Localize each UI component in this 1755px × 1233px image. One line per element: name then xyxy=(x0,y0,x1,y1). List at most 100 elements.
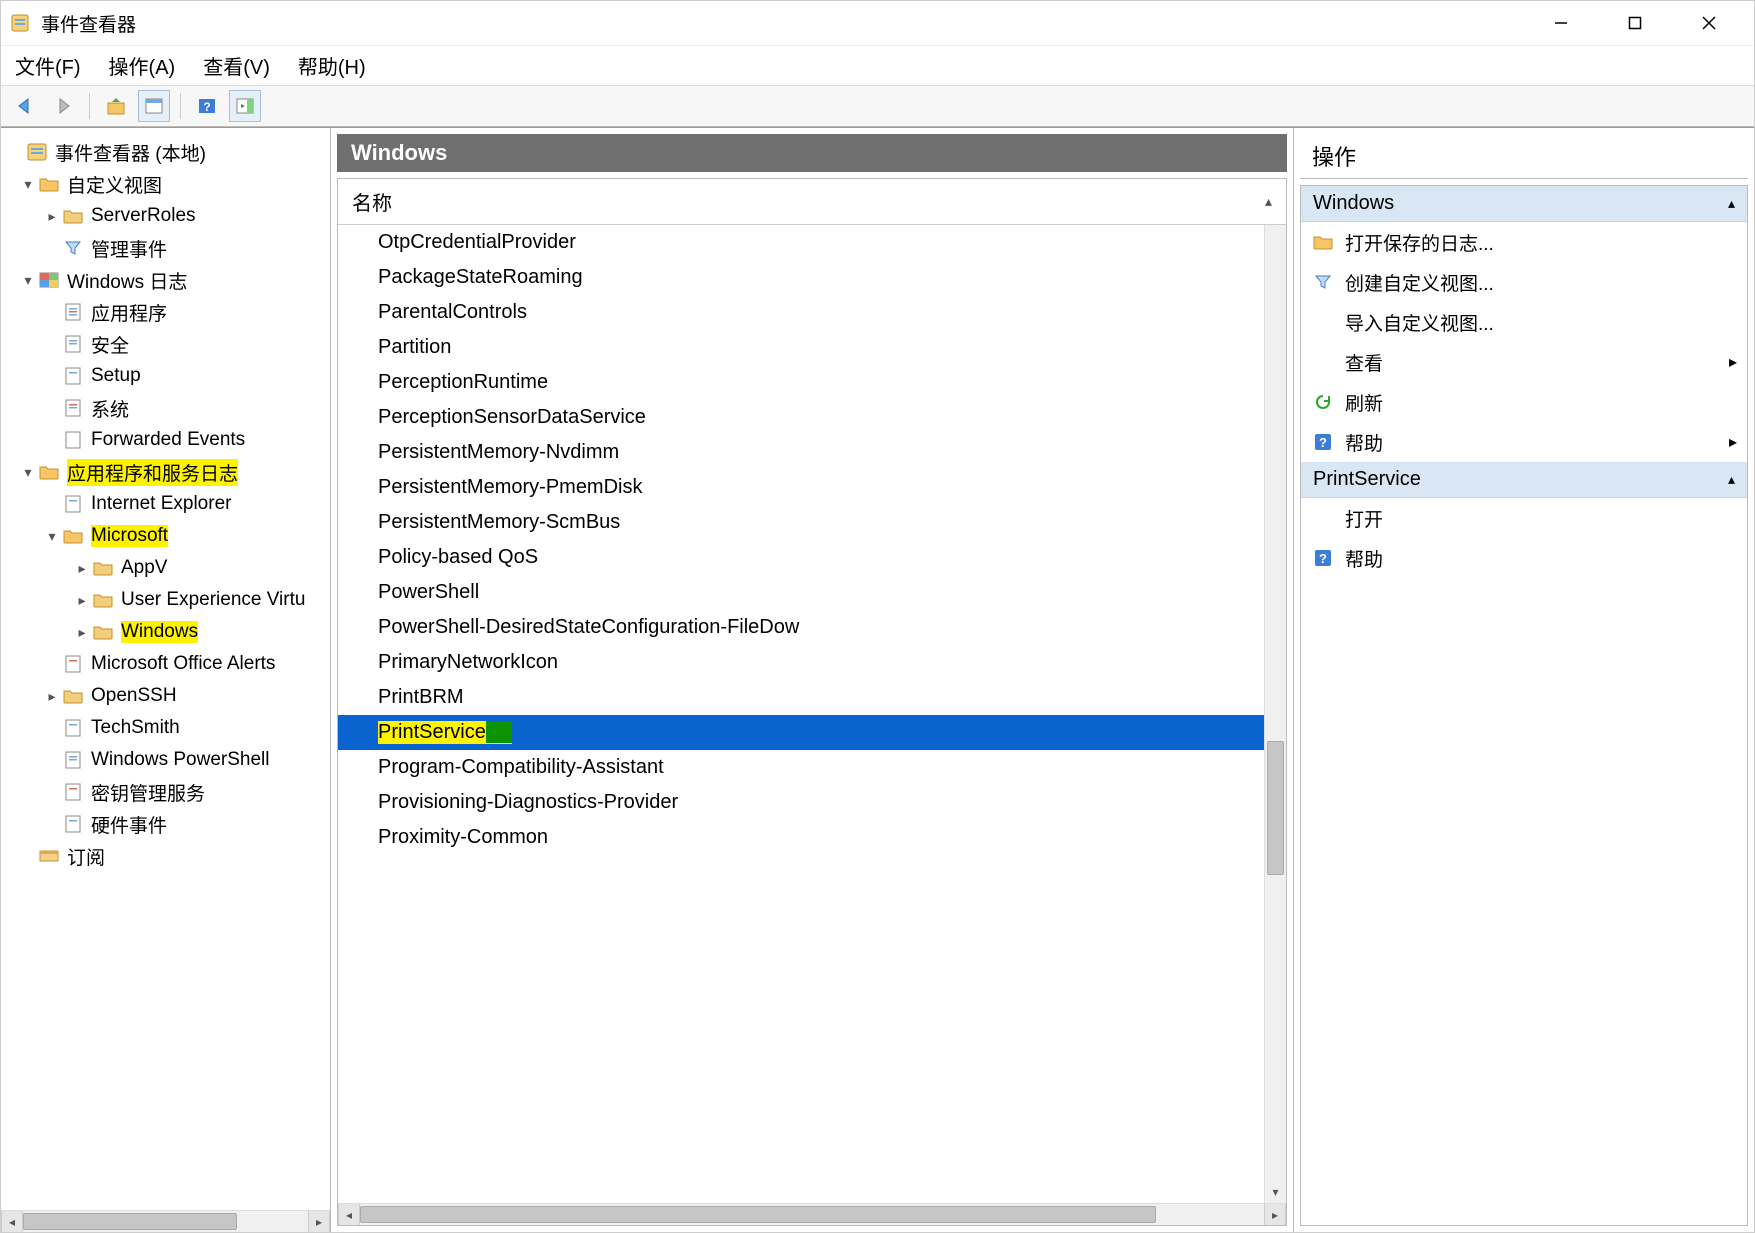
tree-win-ps[interactable]: Windows PowerShell xyxy=(1,744,330,776)
tree-setup-log[interactable]: Setup xyxy=(1,360,330,392)
scroll-right-icon[interactable]: ▸ xyxy=(1264,1204,1286,1225)
none-icon xyxy=(1311,351,1335,373)
list-item[interactable]: PrintBRM xyxy=(338,680,1264,715)
list-hscroll[interactable]: ◂ ▸ xyxy=(338,1203,1286,1225)
actions-section-printservice[interactable]: PrintService ▴ xyxy=(1301,462,1747,498)
tree-system-log[interactable]: 系统 xyxy=(1,392,330,424)
back-button[interactable] xyxy=(9,90,41,122)
list-item[interactable]: PersistentMemory-Nvdimm xyxy=(338,435,1264,470)
minimize-button[interactable] xyxy=(1538,7,1584,39)
scroll-thumb[interactable] xyxy=(23,1213,237,1230)
caret-right-icon[interactable]: ▸ xyxy=(73,560,91,577)
close-button[interactable] xyxy=(1686,7,1732,39)
list-wrap: 名称 ▴ OtpCredentialProviderPackageStateRo… xyxy=(337,178,1287,1226)
menu-action[interactable]: 操作(A) xyxy=(109,51,176,80)
list-item[interactable]: PrimaryNetworkIcon xyxy=(338,645,1264,680)
forward-button[interactable] xyxy=(47,90,79,122)
caret-down-icon[interactable]: ▾ xyxy=(19,464,37,481)
list-item[interactable]: Provisioning-Diagnostics-Provider xyxy=(338,785,1264,820)
list-item[interactable]: PackageStateRoaming xyxy=(338,260,1264,295)
scroll-up-icon[interactable]: ▴ xyxy=(1265,193,1272,210)
caret-right-icon[interactable]: ▸ xyxy=(43,208,61,225)
scroll-thumb[interactable] xyxy=(360,1206,1156,1223)
collapse-icon[interactable]: ▴ xyxy=(1728,471,1735,488)
list-item[interactable]: ParentalControls xyxy=(338,295,1264,330)
tree-appv[interactable]: ▸AppV xyxy=(1,552,330,584)
tree-label: OpenSSH xyxy=(91,685,177,707)
list-item[interactable]: Partition xyxy=(338,330,1264,365)
action-item[interactable]: 打开保存的日志... xyxy=(1301,222,1747,262)
action-item[interactable]: 导入自定义视图... xyxy=(1301,302,1747,342)
list-item[interactable]: Policy-based QoS xyxy=(338,540,1264,575)
maximize-button[interactable] xyxy=(1612,7,1658,39)
caret-right-icon[interactable]: ▸ xyxy=(73,592,91,609)
scroll-track[interactable] xyxy=(1265,225,1286,1181)
scroll-right-icon[interactable]: ▸ xyxy=(308,1211,330,1232)
action-item[interactable]: 创建自定义视图... xyxy=(1301,262,1747,302)
action-item[interactable]: 打开 xyxy=(1301,498,1747,538)
menu-file[interactable]: 文件(F) xyxy=(15,51,81,80)
tree-openssh[interactable]: ▸ OpenSSH xyxy=(1,680,330,712)
scroll-track[interactable] xyxy=(23,1211,308,1232)
help-button[interactable]: ? xyxy=(191,90,223,122)
list-vscroll[interactable]: ▾ xyxy=(1264,225,1286,1203)
tree-hscroll[interactable]: ◂ ▸ xyxy=(1,1210,330,1232)
caret-right-icon[interactable]: ▸ xyxy=(73,624,91,641)
tree-key-mgmt[interactable]: 密钥管理服务 xyxy=(1,776,330,808)
tree-office-alerts[interactable]: Microsoft Office Alerts xyxy=(1,648,330,680)
list-item[interactable]: PersistentMemory-PmemDisk xyxy=(338,470,1264,505)
list-item[interactable]: Program-Compatibility-Assistant xyxy=(338,750,1264,785)
action-item[interactable]: 刷新 xyxy=(1301,382,1747,422)
scroll-down-icon[interactable]: ▾ xyxy=(1265,1181,1286,1203)
tree-ms-windows[interactable]: ▸Windows xyxy=(1,616,330,648)
tree-admin-events[interactable]: 管理事件 xyxy=(1,232,330,264)
tree-microsoft[interactable]: ▾ Microsoft xyxy=(1,520,330,552)
svg-text:?: ? xyxy=(1319,435,1327,450)
tree-forwarded-events[interactable]: Forwarded Events xyxy=(1,424,330,456)
up-button[interactable] xyxy=(100,90,132,122)
caret-right-icon[interactable]: ▸ xyxy=(43,688,61,705)
tree-server-roles[interactable]: ▸ ServerRoles xyxy=(1,200,330,232)
caret-down-icon[interactable]: ▾ xyxy=(19,272,37,289)
list-item[interactable]: Proximity-Common xyxy=(338,820,1264,855)
tree-techsmith[interactable]: TechSmith xyxy=(1,712,330,744)
tree-windows-logs[interactable]: ▾ Windows 日志 xyxy=(1,264,330,296)
tree-subscriptions[interactable]: 订阅 xyxy=(1,840,330,872)
log-icon xyxy=(61,429,85,451)
tree-security-log[interactable]: 安全 xyxy=(1,328,330,360)
list-item-label: Program-Compatibility-Assistant xyxy=(378,756,664,779)
tree-scroll[interactable]: 事件查看器 (本地) ▾ 自定义视图 ▸ ServerRoles 管理事件 xyxy=(1,128,330,1210)
column-header[interactable]: 名称 ▴ xyxy=(338,179,1286,225)
tree-uev[interactable]: ▸User Experience Virtu xyxy=(1,584,330,616)
list-scroll[interactable]: OtpCredentialProviderPackageStateRoaming… xyxy=(338,225,1264,1203)
scroll-left-icon[interactable]: ◂ xyxy=(338,1204,360,1225)
list-item[interactable]: PrintService xyxy=(338,715,1264,750)
tree-application-log[interactable]: 应用程序 xyxy=(1,296,330,328)
menu-help[interactable]: 帮助(H) xyxy=(298,51,366,80)
properties-button[interactable] xyxy=(138,90,170,122)
list-item[interactable]: PerceptionRuntime xyxy=(338,365,1264,400)
tree-root[interactable]: 事件查看器 (本地) xyxy=(1,136,330,168)
scroll-thumb[interactable] xyxy=(1267,741,1284,875)
tree-label: Internet Explorer xyxy=(91,493,231,515)
action-item[interactable]: ?帮助▸ xyxy=(1301,422,1747,462)
action-item[interactable]: 查看▸ xyxy=(1301,342,1747,382)
tree-custom-views[interactable]: ▾ 自定义视图 xyxy=(1,168,330,200)
caret-down-icon[interactable]: ▾ xyxy=(19,176,37,193)
list-item[interactable]: PersistentMemory-ScmBus xyxy=(338,505,1264,540)
caret-down-icon[interactable]: ▾ xyxy=(43,528,61,545)
actions-section-windows[interactable]: Windows ▴ xyxy=(1301,186,1747,222)
scroll-track[interactable] xyxy=(360,1204,1264,1225)
list-item[interactable]: PerceptionSensorDataService xyxy=(338,400,1264,435)
tree-hardware-events[interactable]: 硬件事件 xyxy=(1,808,330,840)
tree-ie[interactable]: Internet Explorer xyxy=(1,488,330,520)
menu-view[interactable]: 查看(V) xyxy=(203,51,270,80)
list-item[interactable]: OtpCredentialProvider xyxy=(338,225,1264,260)
show-action-pane-button[interactable] xyxy=(229,90,261,122)
list-item[interactable]: PowerShell xyxy=(338,575,1264,610)
list-item[interactable]: PowerShell-DesiredStateConfiguration-Fil… xyxy=(338,610,1264,645)
tree-app-services[interactable]: ▾ 应用程序和服务日志 xyxy=(1,456,330,488)
collapse-icon[interactable]: ▴ xyxy=(1728,195,1735,212)
action-item[interactable]: ?帮助 xyxy=(1301,538,1747,578)
scroll-left-icon[interactable]: ◂ xyxy=(1,1211,23,1232)
